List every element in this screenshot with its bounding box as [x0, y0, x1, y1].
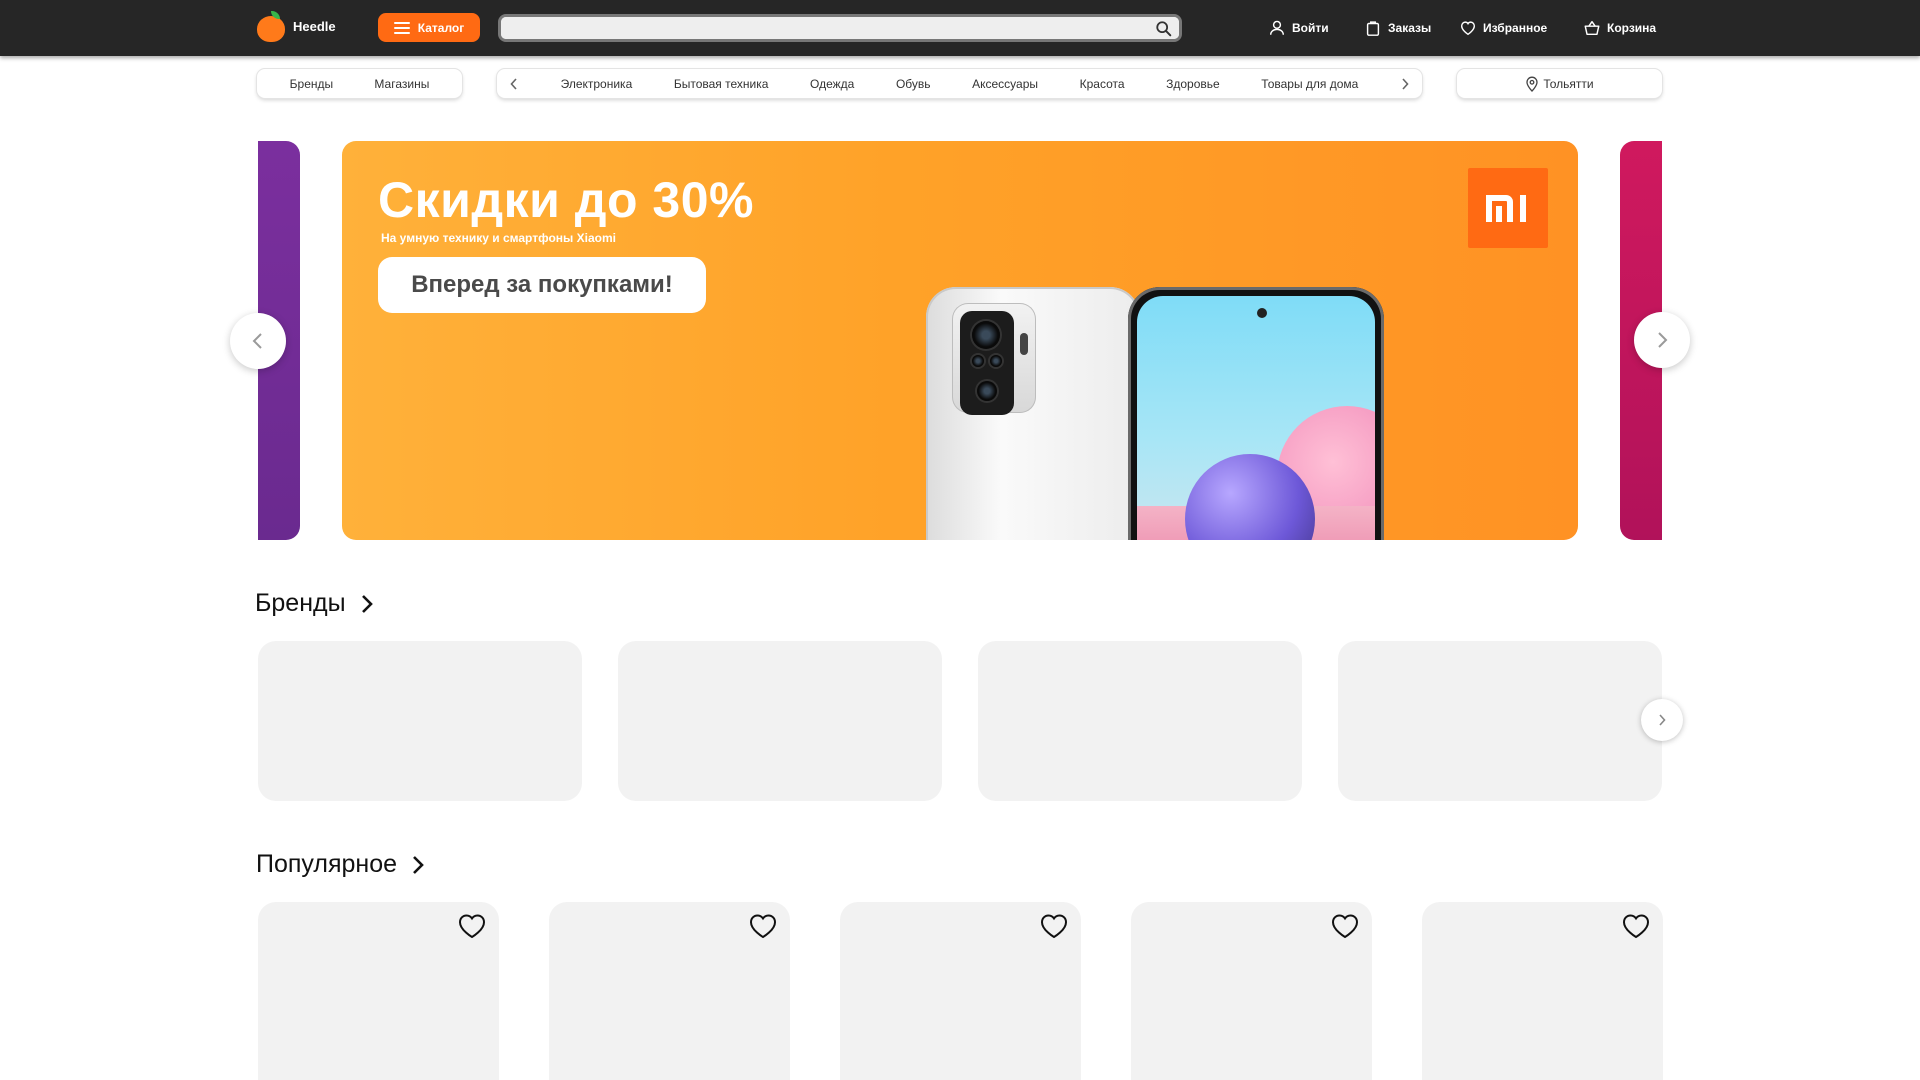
category-beauty[interactable]: Красота: [1080, 77, 1125, 91]
category-health[interactable]: Здоровье: [1166, 77, 1220, 91]
heart-icon[interactable]: [748, 912, 778, 940]
banner-cta-button[interactable]: Вперед за покупками!: [378, 257, 706, 313]
mi-logo-icon: [1468, 168, 1548, 248]
logo-text: Heedle: [293, 18, 336, 34]
category-home[interactable]: Товары для дома: [1261, 77, 1358, 91]
favorites-label: Избранное: [1483, 21, 1548, 35]
chevron-right-icon: [361, 594, 373, 613]
chevron-right-icon: [413, 855, 424, 874]
site-logo[interactable]: Heedle: [257, 9, 336, 43]
catalog-label: Каталог: [417, 20, 465, 35]
chevron-right-icon[interactable]: [1400, 77, 1410, 91]
chevron-right-icon: [1658, 332, 1668, 348]
product-card[interactable]: [840, 902, 1081, 1080]
category-appliances[interactable]: Бытовая техника: [674, 77, 769, 91]
location-icon: [1526, 76, 1539, 92]
phone-front-image: [1128, 287, 1384, 540]
product-card[interactable]: [1422, 902, 1663, 1080]
chevron-right-icon: [1659, 714, 1666, 726]
bag-icon: [1366, 21, 1380, 36]
user-icon: [1269, 20, 1285, 35]
search-icon[interactable]: [1155, 20, 1173, 38]
category-accessories[interactable]: Аксессуары: [972, 77, 1038, 91]
brand-card[interactable]: [618, 641, 942, 801]
logo-fruit-icon: [257, 10, 285, 42]
brands-title-text: Бренды: [255, 589, 346, 617]
orders-link[interactable]: Заказы: [1364, 18, 1431, 38]
brand-card[interactable]: [258, 641, 582, 801]
heart-icon[interactable]: [1330, 912, 1360, 940]
heart-icon: [1460, 21, 1476, 36]
heart-icon[interactable]: [457, 912, 487, 940]
favorites-link[interactable]: Избранное: [1459, 18, 1547, 38]
product-card[interactable]: [1131, 902, 1372, 1080]
popular-section-title[interactable]: Популярное: [256, 850, 425, 879]
chevron-left-icon[interactable]: [509, 77, 519, 91]
city-selector[interactable]: Тольятти: [1457, 69, 1662, 98]
chevron-left-icon: [252, 333, 262, 349]
heart-icon[interactable]: [1621, 912, 1651, 940]
cart-link[interactable]: Корзина: [1583, 18, 1656, 38]
city-label: Тольятти: [1543, 76, 1594, 91]
login-link[interactable]: Войти: [1268, 18, 1329, 38]
phone-back-image: [926, 287, 1140, 540]
search-bar: [498, 14, 1182, 42]
brands-next-button[interactable]: [1641, 699, 1683, 741]
nav-brands[interactable]: Бренды: [290, 77, 333, 91]
banner-subtitle: На умную технику и смартфоны Xiaomi: [381, 231, 616, 245]
category-clothing[interactable]: Одежда: [810, 77, 854, 91]
banner-prev-button[interactable]: [230, 313, 286, 369]
search-input[interactable]: [501, 17, 1179, 39]
promo-banner[interactable]: Скидки до 30% На умную технику и смартфо…: [342, 141, 1578, 540]
catalog-button[interactable]: Каталог: [378, 13, 480, 42]
brand-card[interactable]: [1338, 641, 1662, 801]
brands-section-title[interactable]: Бренды: [255, 589, 374, 618]
basket-icon: [1584, 20, 1600, 36]
banner-title: Скидки до 30%: [378, 172, 755, 228]
category-electronics[interactable]: Электроника: [561, 77, 633, 91]
category-nav: Электроника Бытовая техника Одежда Обувь…: [497, 69, 1422, 98]
brands-stores-nav: Бренды Магазины: [257, 69, 462, 98]
top-header: Heedle Каталог Войти Заказы Избранное Ко…: [0, 0, 1920, 56]
menu-icon: [393, 21, 410, 34]
cart-label: Корзина: [1607, 21, 1657, 35]
popular-title-text: Популярное: [256, 850, 398, 878]
brand-card[interactable]: [978, 641, 1302, 801]
banner-next-button[interactable]: [1634, 312, 1690, 368]
nav-stores[interactable]: Магазины: [374, 77, 429, 91]
login-label: Войти: [1292, 21, 1329, 35]
product-card[interactable]: [549, 902, 790, 1080]
category-shoes[interactable]: Обувь: [896, 77, 931, 91]
product-card[interactable]: [258, 902, 499, 1080]
orders-label: Заказы: [1388, 21, 1432, 35]
heart-icon[interactable]: [1039, 912, 1069, 940]
